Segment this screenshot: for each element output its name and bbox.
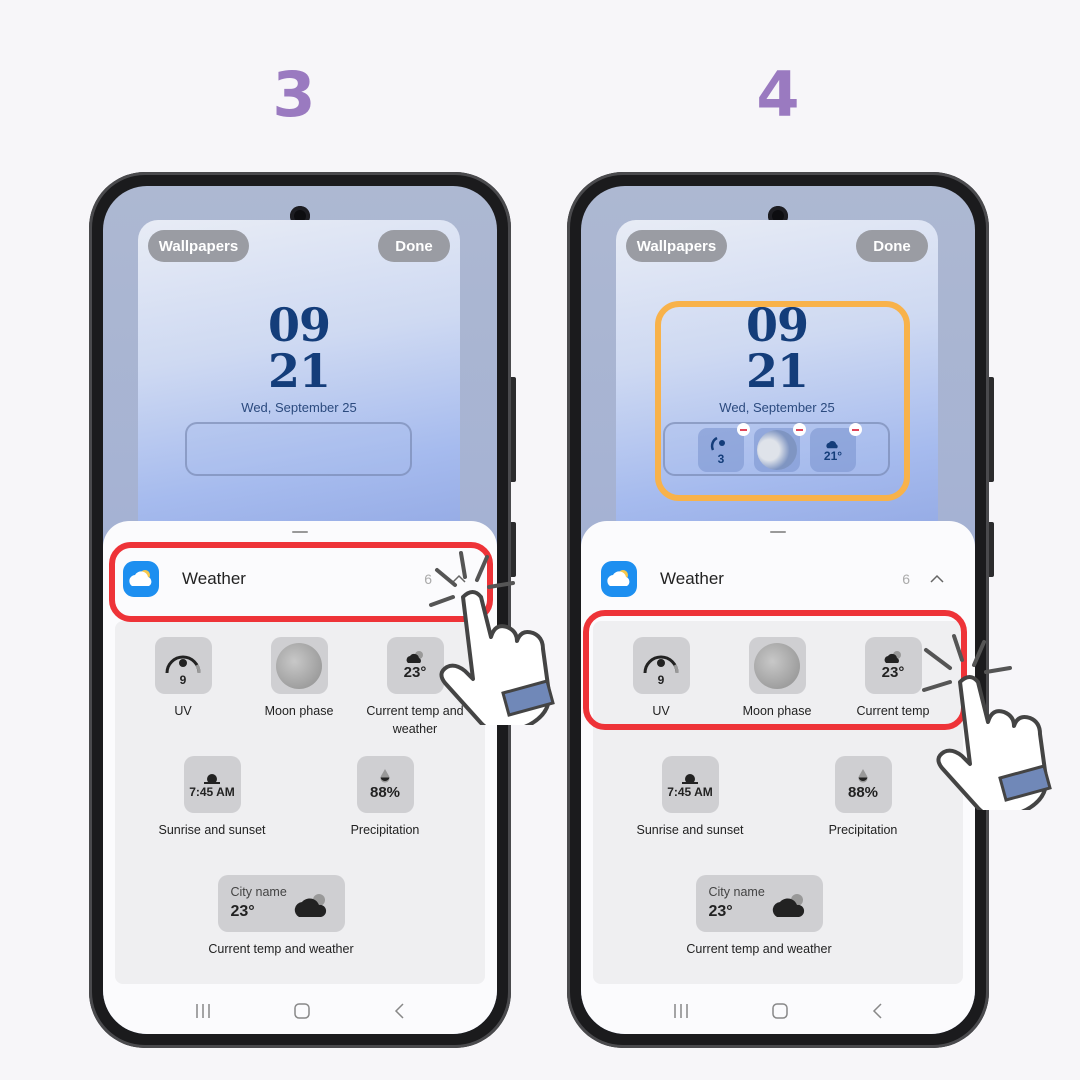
nav-bar <box>581 988 975 1034</box>
back-icon[interactable] <box>870 1002 884 1020</box>
weather-app-row[interactable]: Weather 6 <box>581 555 975 603</box>
wallpapers-button[interactable]: Wallpapers <box>148 230 249 262</box>
raindrop-icon <box>858 769 868 783</box>
step-number: 4 <box>756 58 800 131</box>
widget-precipitation[interactable]: 88% Precipitation <box>803 756 923 839</box>
widget-current-temp-wide[interactable]: City name 23° Current temp and weather <box>201 875 361 958</box>
widget-slot-empty[interactable] <box>185 422 412 476</box>
cloud-icon <box>406 651 423 663</box>
cloud-icon <box>772 894 804 917</box>
widget-count: 6 <box>902 571 910 587</box>
chevron-up-icon[interactable] <box>929 571 945 587</box>
step-number: 3 <box>272 58 316 131</box>
home-icon[interactable] <box>771 1002 789 1020</box>
cloud-icon <box>294 894 326 917</box>
widget-uv[interactable]: 9 UV <box>123 637 243 720</box>
widget-moon-phase[interactable]: Moon phase <box>239 637 359 720</box>
nav-bar <box>103 988 497 1034</box>
wallpapers-button[interactable]: Wallpapers <box>626 230 727 262</box>
done-button[interactable]: Done <box>378 230 450 262</box>
lockscreen-preview: Wallpapers Done 09 21 Wed, September 25 <box>138 220 460 540</box>
home-icon[interactable] <box>293 1002 311 1020</box>
app-name: Weather <box>660 569 724 588</box>
tap-hand-icon <box>429 551 555 725</box>
weather-app-icon <box>601 561 637 597</box>
raindrop-icon <box>380 769 390 783</box>
clock-hour: 09 <box>267 298 331 352</box>
sheet-handle[interactable] <box>770 531 786 533</box>
recents-icon[interactable] <box>672 1003 690 1019</box>
recents-icon[interactable] <box>194 1003 212 1019</box>
moon-icon <box>276 642 322 689</box>
power-button <box>989 522 994 577</box>
lockscreen-date: Wed, September 25 <box>241 400 357 415</box>
highlight-lockscreen-widgets <box>655 301 910 501</box>
volume-button <box>989 377 994 482</box>
sunrise-icon <box>682 773 698 784</box>
clock-minute: 21 <box>267 344 331 398</box>
widget-sheet: Weather 6 9 UV Moon phase 23° Current te… <box>581 521 975 1034</box>
highlight-widget-row <box>583 610 967 730</box>
back-icon[interactable] <box>392 1002 406 1020</box>
sheet-handle[interactable] <box>292 531 308 533</box>
widget-sunrise-sunset[interactable]: 7:45 AM Sunrise and sunset <box>630 756 750 839</box>
sunrise-icon <box>204 773 220 784</box>
widget-sunrise-sunset[interactable]: 7:45 AM Sunrise and sunset <box>152 756 272 839</box>
widget-precipitation[interactable]: 88% Precipitation <box>325 756 445 839</box>
volume-button <box>511 377 516 482</box>
done-button[interactable]: Done <box>856 230 928 262</box>
widget-current-temp-wide[interactable]: City name 23° Current temp and weather <box>679 875 839 958</box>
tap-hand-icon <box>922 634 1052 810</box>
